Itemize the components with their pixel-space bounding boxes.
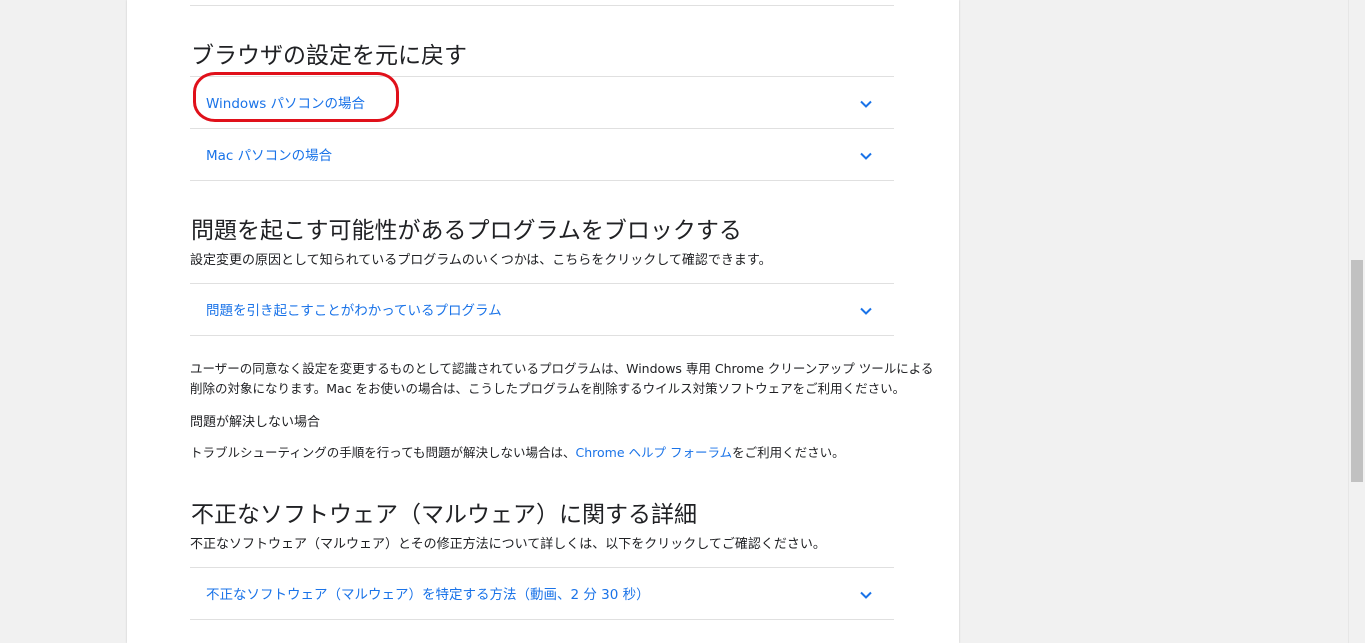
section-heading-malware: 不正なソフトウェア（マルウェア）に関する詳細: [191, 502, 697, 528]
unresolved-text-after: をご利用ください。: [732, 445, 845, 460]
divider: [190, 5, 894, 6]
section-heading-block-programs: 問題を起こす可能性があるプログラムをブロックする: [191, 218, 742, 244]
vertical-scrollbar[interactable]: [1348, 0, 1365, 643]
accordion-windows-label[interactable]: Windows パソコンの場合: [206, 95, 365, 113]
accordion-problem-programs[interactable]: 問題を引き起こすことがわかっているプログラム: [190, 283, 894, 336]
unresolved-title: 問題が解決しない場合: [190, 415, 321, 430]
scrollbar-thumb[interactable]: [1351, 260, 1363, 482]
accordion-mac-label[interactable]: Mac パソコンの場合: [206, 147, 332, 165]
accordion-problem-programs-label[interactable]: 問題を引き起こすことがわかっているプログラム: [206, 302, 502, 320]
chevron-down-icon[interactable]: [858, 587, 874, 603]
accordion-mac[interactable]: Mac パソコンの場合: [190, 128, 894, 181]
accordion-windows[interactable]: Windows パソコンの場合: [190, 76, 894, 128]
block-note-line-2: 削除の対象になります。Mac をお使いの場合は、こうしたプログラムを削除するウイ…: [190, 381, 906, 396]
unresolved-text: トラブルシューティングの手順を行っても問題が解決しない場合は、Chrome ヘル…: [190, 443, 845, 463]
block-intro: 設定変更の原因として知られているプログラムのいくつかは、こちらをクリックして確認…: [190, 253, 772, 268]
section-heading-reset-browser: ブラウザの設定を元に戻す: [191, 43, 467, 69]
chrome-help-forum-link[interactable]: Chrome ヘルプ フォーラム: [576, 445, 733, 460]
block-note-line-1: ユーザーの同意なく設定を変更するものとして認識されているプログラムは、Windo…: [190, 361, 934, 376]
chevron-down-icon[interactable]: [858, 303, 874, 319]
unresolved-text-before: トラブルシューティングの手順を行っても問題が解決しない場合は、: [190, 445, 576, 460]
malware-intro: 不正なソフトウェア（マルウェア）とその修正方法について詳しくは、以下をクリックし…: [190, 537, 826, 552]
chevron-down-icon[interactable]: [858, 148, 874, 164]
chevron-down-icon[interactable]: [858, 96, 874, 112]
accordion-identify-malware-label[interactable]: 不正なソフトウェア（マルウェア）を特定する方法（動画、2 分 30 秒）: [206, 586, 650, 604]
help-article: ブラウザの設定を元に戻す Windows パソコンの場合 Mac パソコンの場合…: [127, 0, 959, 643]
accordion-identify-malware[interactable]: 不正なソフトウェア（マルウェア）を特定する方法（動画、2 分 30 秒）: [190, 567, 894, 620]
